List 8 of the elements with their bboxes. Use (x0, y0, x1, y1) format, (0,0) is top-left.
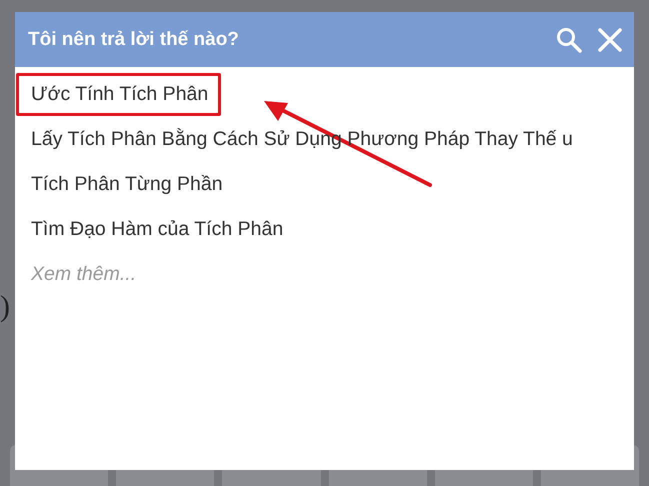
answer-option[interactable]: Lấy Tích Phân Bằng Cách Sử Dụng Phương Pháp Thay Thế u (16, 118, 586, 161)
answer-option[interactable]: Tìm Đạo Hàm của Tích Phân (16, 208, 296, 251)
answer-option[interactable]: Ước Tính Tích Phân (16, 73, 222, 116)
parenthesis-text: ) (0, 290, 10, 324)
close-icon[interactable] (598, 28, 622, 52)
search-icon[interactable] (556, 26, 582, 52)
answer-option[interactable]: Tích Phân Từng Phần (16, 163, 236, 206)
dialog-title: Tôi nên trả lời thế nào? (28, 28, 240, 50)
